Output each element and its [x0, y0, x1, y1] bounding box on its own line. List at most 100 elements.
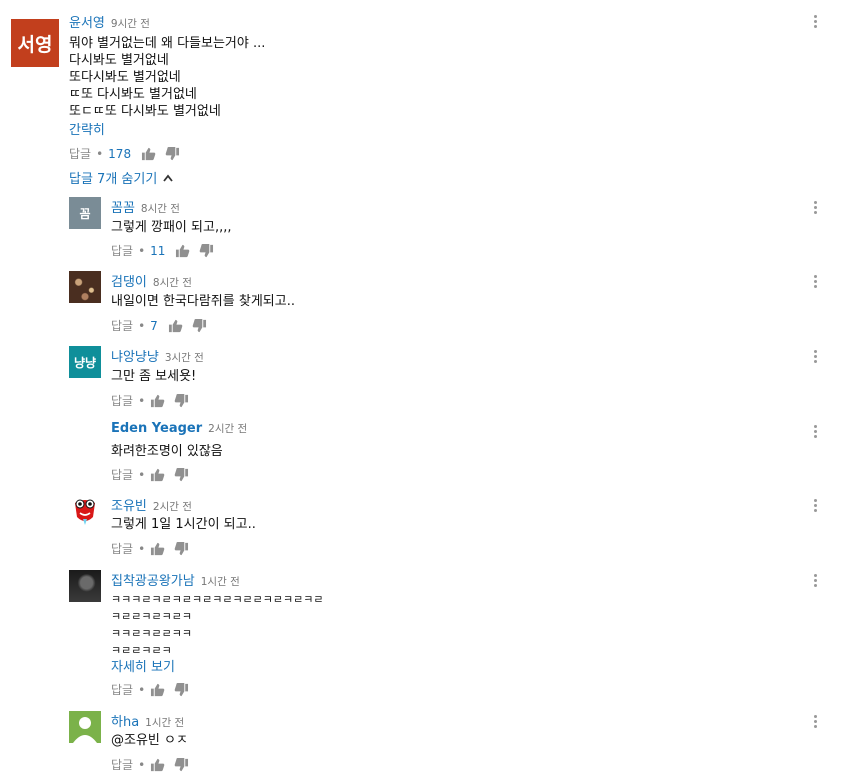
timestamp[interactable]: 3시간 전 [165, 352, 204, 364]
read-more-link[interactable]: 자세히 보기 [111, 656, 175, 675]
comment-header: 하ha 1시간 전 [111, 711, 184, 730]
avatar-initials: 서영 [17, 33, 53, 56]
comment-actions: 답글 • [111, 681, 198, 698]
thumbs-up-icon[interactable] [175, 244, 190, 258]
default-user-icon [73, 717, 97, 743]
show-less-link[interactable]: 간략히 [69, 119, 105, 138]
thumbs-down-icon[interactable] [192, 318, 207, 333]
author-name[interactable]: 하ha [111, 715, 139, 730]
comment-line: 다시봐도 별거없네 [69, 53, 169, 68]
comment-actions: 답글 • [111, 466, 198, 483]
avatar[interactable] [69, 271, 101, 303]
thumbs-up-icon[interactable] [150, 542, 165, 556]
more-actions-icon[interactable] [812, 201, 818, 217]
more-actions-icon[interactable] [812, 425, 818, 441]
thumbs-up-icon[interactable] [150, 683, 165, 697]
comment-text: 그렇게 1일 1시간이 되고.. [111, 516, 256, 533]
separator-dot: • [138, 243, 146, 258]
comment-text: 그만 좀 보세욧! [111, 368, 196, 385]
thumbs-up-icon[interactable] [150, 468, 165, 482]
avatar[interactable]: 서영 [11, 19, 59, 67]
more-actions-icon[interactable] [812, 350, 818, 366]
comment-header: 검댕이 8시간 전 [111, 271, 192, 290]
thumbs-down-icon[interactable] [174, 682, 189, 697]
author-name[interactable]: 꼼꼼 [111, 201, 135, 216]
comment-line: 그렇게 깡패이 되고,,,, [111, 220, 232, 235]
comment-actions: 답글 • 11 [111, 242, 223, 259]
reply-button[interactable]: 답글 [69, 145, 91, 162]
timestamp[interactable]: 2시간 전 [208, 423, 247, 435]
timestamp[interactable]: 8시간 전 [141, 203, 180, 215]
comment-header: 조유빈 2시간 전 [111, 495, 192, 514]
separator-dot: • [138, 467, 146, 482]
timestamp[interactable]: 9시간 전 [111, 18, 150, 30]
comment-line: @조유빈 ㅇㅈ [111, 733, 188, 748]
comment-line: ㄸ또 다시봐도 별거없네 [69, 87, 197, 102]
more-actions-icon[interactable] [812, 275, 818, 291]
comment-line: 또다시봐도 별거없네 [69, 70, 181, 85]
reply-button[interactable]: 답글 [111, 466, 133, 483]
author-name[interactable]: 윤서영 [69, 16, 105, 31]
author-name[interactable]: 냐앙냥냥 [111, 350, 159, 365]
comment-actions: 답글 • 7 [111, 317, 216, 334]
avatar[interactable] [69, 570, 101, 602]
thumbs-down-icon[interactable] [165, 146, 180, 161]
comment-text: 뭐야 별거없는데 왜 다들보는거야 ... 다시봐도 별거없네또다시봐도 별거없네… [69, 35, 265, 120]
reply-button[interactable]: 답글 [111, 756, 133, 773]
comment-line: ㅋㅋㄹㅋㄹㄹㅋㅋ [111, 627, 192, 640]
thumbs-down-icon[interactable] [174, 467, 189, 482]
author-name[interactable]: 조유빈 [111, 499, 147, 514]
avatar[interactable]: 꼼 [69, 197, 101, 229]
thumbs-down-icon[interactable] [174, 757, 189, 772]
author-name[interactable]: 검댕이 [111, 275, 147, 290]
red-character-icon [75, 499, 95, 525]
thumbs-up-icon[interactable] [150, 758, 165, 772]
comment-actions: 답글 • [111, 756, 198, 773]
separator-dot: • [138, 541, 146, 556]
more-actions-icon[interactable] [812, 715, 818, 731]
reply-button[interactable]: 답글 [111, 681, 133, 698]
separator-dot: • [138, 757, 146, 772]
hide-replies-toggle[interactable]: 답글 7개 숨기기 [69, 168, 173, 187]
reply-button[interactable]: 답글 [111, 392, 133, 409]
thumbs-up-icon[interactable] [168, 319, 183, 333]
reply-button[interactable]: 답글 [111, 317, 133, 334]
more-actions-icon[interactable] [812, 15, 818, 31]
separator-dot: • [138, 682, 146, 697]
thumbs-down-icon[interactable] [174, 541, 189, 556]
comment-line: ㅋㄹㄹㅋㄹㅋㄹㅋ [111, 610, 192, 623]
reply-button[interactable]: 답글 [111, 540, 133, 557]
comment-line: 그만 좀 보세욧! [111, 369, 197, 384]
more-actions-icon[interactable] [812, 574, 818, 590]
reply-button[interactable]: 답글 [111, 242, 133, 259]
thumbs-down-icon[interactable] [174, 393, 189, 408]
timestamp[interactable]: 1시간 전 [145, 717, 184, 729]
chevron-up-icon [163, 174, 173, 182]
avatar[interactable] [69, 495, 101, 527]
separator-dot: • [138, 318, 146, 333]
comment-line: 화려한조명이 있잖음 [111, 444, 223, 459]
thumbs-down-icon[interactable] [199, 243, 214, 258]
thumbs-up-icon[interactable] [150, 394, 165, 408]
avatar[interactable] [69, 711, 101, 743]
comment-line: 그렇게 1일 1시간이 되고.. [111, 517, 256, 532]
timestamp[interactable]: 8시간 전 [153, 277, 192, 289]
timestamp[interactable]: 1시간 전 [201, 576, 240, 588]
separator-dot: • [138, 393, 146, 408]
like-count: 11 [150, 243, 166, 258]
comment-header: 냐앙냥냥 3시간 전 [111, 346, 204, 365]
author-name[interactable]: Eden Yeager [111, 421, 202, 436]
comment-header: 윤서영 9시간 전 [69, 12, 150, 31]
timestamp[interactable]: 2시간 전 [153, 501, 192, 513]
comment-header: 집착광공왕가남 1시간 전 [111, 570, 240, 589]
thumbs-up-icon[interactable] [141, 147, 156, 161]
comment-line: ㅋㅋㅋㄹㅋㄹㅋㄹㅋㄹㅋㄹㅋㄹㄹㅋㄹㅋㄹㅋㄹ [111, 593, 324, 606]
separator-dot: • [96, 146, 104, 161]
avatar[interactable]: 냥냥 [69, 346, 101, 378]
more-actions-icon[interactable] [812, 499, 818, 515]
comment-text: 내일이면 한국다람쥐를 찾게되고.. [111, 293, 295, 310]
author-name[interactable]: 집착광공왕가남 [111, 574, 195, 589]
comment-line: 뭐야 별거없는데 왜 다들보는거야 ... [69, 36, 266, 51]
comment-header: Eden Yeager 2시간 전 [111, 421, 247, 436]
comment-actions: 답글 • 178 [69, 145, 189, 162]
